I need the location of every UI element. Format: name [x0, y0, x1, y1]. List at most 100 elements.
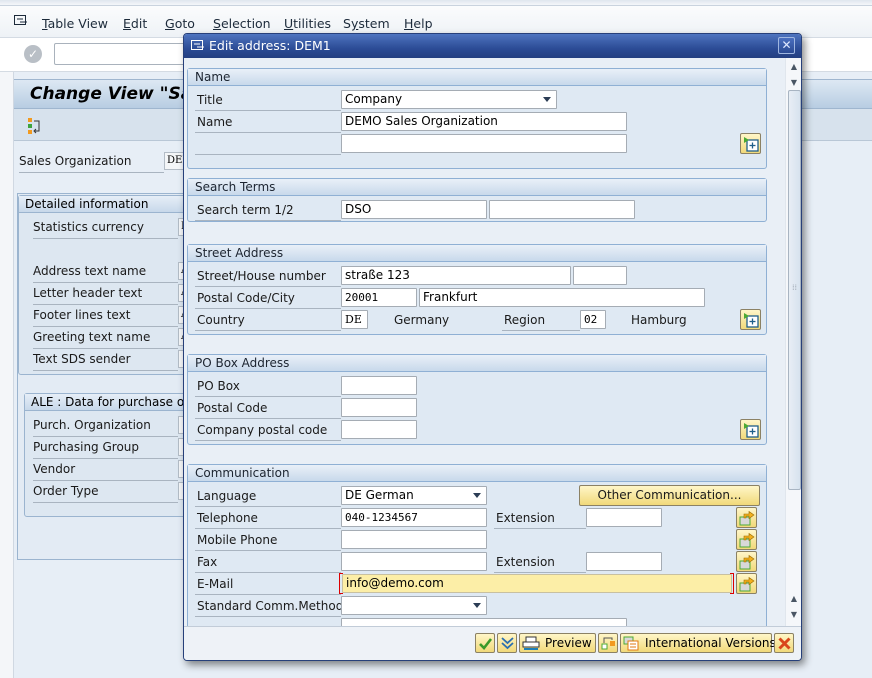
international-versions-button[interactable]: International Versions	[620, 633, 776, 653]
std-comm-method-label: Standard Comm.Method	[195, 596, 343, 617]
dialog-vertical-scrollbar[interactable]: ▲ ▼ ⁞⁞ ▲ ▼	[785, 58, 801, 626]
double-chevron-down-icon	[501, 637, 514, 650]
navigation-hierarchy-icon[interactable]	[28, 118, 42, 134]
chevron-down-icon	[543, 97, 551, 102]
menu-edit[interactable]: Edit	[123, 16, 147, 31]
menu-selection[interactable]: Selection	[213, 16, 271, 31]
communication-title: Communication	[188, 465, 766, 482]
menu-icon[interactable]	[14, 15, 28, 27]
postal-code-input[interactable]: 20001	[341, 288, 417, 307]
company-postal-code-input[interactable]	[341, 420, 417, 439]
swap-hierarchy-icon	[601, 637, 615, 650]
menu-mnemonic: E	[123, 16, 131, 31]
scroll-up-icon[interactable]: ▲	[787, 60, 801, 74]
postal-city-label: Postal Code/City	[195, 288, 341, 309]
tel-extension-input[interactable]	[586, 508, 662, 527]
other-communication-button[interactable]: Other Communication...	[579, 485, 760, 506]
title-dropdown-value: Company	[345, 92, 403, 106]
text-sds-sender-label: Text SDS sender	[33, 352, 178, 371]
menu-utilities[interactable]: Utilities	[284, 16, 331, 31]
command-field[interactable]	[54, 43, 194, 65]
name-label: Name	[195, 112, 341, 133]
edit-address-dialog: Edit address: DEM1 ✕ Name Title Company …	[183, 33, 802, 661]
fax-more-button[interactable]	[736, 551, 757, 572]
region-code-input[interactable]: 02	[580, 310, 606, 329]
po-postal-code-input[interactable]	[341, 398, 417, 417]
region-label: Region	[502, 310, 580, 331]
search-term-2-input[interactable]	[489, 200, 635, 219]
country-label: Country	[195, 310, 341, 331]
scroll-thumb[interactable]: ⁞⁞	[788, 90, 801, 490]
ale-purchase-title: ALE : Data for purchase order	[25, 394, 197, 411]
menu-table-view[interactable]: Table View	[42, 16, 108, 31]
arrow-right-icon	[739, 554, 755, 570]
expand-fields-icon	[744, 137, 759, 152]
confirm-button[interactable]	[475, 633, 495, 653]
dialog-titlebar[interactable]: Edit address: DEM1 ✕	[184, 34, 801, 58]
tel-extension-label: Extension	[494, 508, 586, 529]
mobile-phone-input[interactable]	[341, 530, 487, 549]
po-box-label: PO Box	[195, 376, 341, 397]
cancel-x-icon	[778, 637, 791, 650]
street-input[interactable]: straße 123	[341, 266, 571, 285]
menu-mnemonic: y	[350, 16, 359, 31]
dialog-close-button[interactable]: ✕	[778, 37, 795, 54]
enter-checkmark-icon[interactable]: ✓	[24, 45, 42, 63]
international-versions-label: International Versions	[645, 636, 776, 650]
sales-org-label: Sales Organization	[19, 154, 164, 173]
focus-marker-right	[730, 573, 734, 594]
menu-system[interactable]: System	[343, 16, 390, 31]
email-more-button[interactable]	[736, 573, 757, 594]
name-input[interactable]: DEMO Sales Organization	[341, 112, 627, 131]
email-input[interactable]: info@demo.com	[342, 574, 732, 593]
expand-down-button[interactable]	[497, 633, 517, 653]
international-versions-icon	[623, 636, 639, 651]
language-dropdown-value: DE German	[345, 488, 414, 502]
detailed-info-title: Detailed information	[19, 196, 197, 213]
telephone-more-button[interactable]	[736, 507, 757, 528]
search-term-label: Search term 1/2	[195, 200, 341, 221]
telephone-input[interactable]: 040-1234567	[341, 508, 487, 527]
change-structure-button[interactable]	[598, 633, 618, 653]
arrow-right-icon	[739, 576, 755, 592]
std-comm-method-dropdown[interactable]	[341, 596, 487, 615]
menu-mnemonic: H	[404, 16, 414, 31]
printer-icon	[522, 636, 540, 650]
title-dropdown[interactable]: Company	[341, 90, 557, 109]
name2-label	[195, 134, 341, 155]
fax-extension-label: Extension	[494, 552, 586, 573]
street-label: Street/House number	[195, 266, 341, 287]
fax-input[interactable]	[341, 552, 487, 571]
footer-lines-text-label: Footer lines text	[33, 308, 178, 327]
country-code-input[interactable]: DE	[341, 310, 368, 329]
dialog-menu-icon[interactable]	[191, 40, 205, 52]
telephone-label: Telephone	[195, 508, 341, 529]
purch-org-label: Purch. Organization	[33, 418, 178, 437]
cancel-button[interactable]	[774, 633, 794, 653]
scroll-down-icon[interactable]: ▼	[787, 76, 801, 90]
partial-row-input[interactable]	[341, 618, 627, 626]
preview-label: Preview	[545, 636, 592, 650]
purchasing-group-label: Purchasing Group	[33, 440, 178, 459]
city-input[interactable]: Frankfurt	[419, 288, 705, 307]
name-more-fields-button[interactable]	[740, 133, 761, 154]
house-number-input[interactable]	[573, 266, 627, 285]
name2-input[interactable]	[341, 134, 627, 153]
expand-fields-icon	[744, 423, 759, 438]
pobox-more-fields-button[interactable]	[740, 419, 761, 440]
preview-button[interactable]: Preview	[519, 633, 596, 653]
menu-help[interactable]: Help	[404, 16, 433, 31]
scroll-page-up-icon[interactable]: ▲	[787, 592, 801, 606]
street-more-fields-button[interactable]	[740, 309, 761, 330]
menu-mnemonic: T	[42, 16, 48, 31]
po-box-input[interactable]	[341, 376, 417, 395]
expand-fields-icon	[744, 313, 759, 328]
search-term-1-input[interactable]: DSO	[341, 200, 487, 219]
menu-goto[interactable]: Goto	[165, 16, 195, 31]
fax-extension-input[interactable]	[586, 552, 662, 571]
scroll-page-down-icon[interactable]: ▼	[787, 608, 801, 622]
language-dropdown[interactable]: DE German	[341, 486, 487, 505]
name-group-title: Name	[188, 69, 766, 86]
mobile-more-button[interactable]	[736, 529, 757, 550]
region-name: Hamburg	[631, 313, 687, 327]
